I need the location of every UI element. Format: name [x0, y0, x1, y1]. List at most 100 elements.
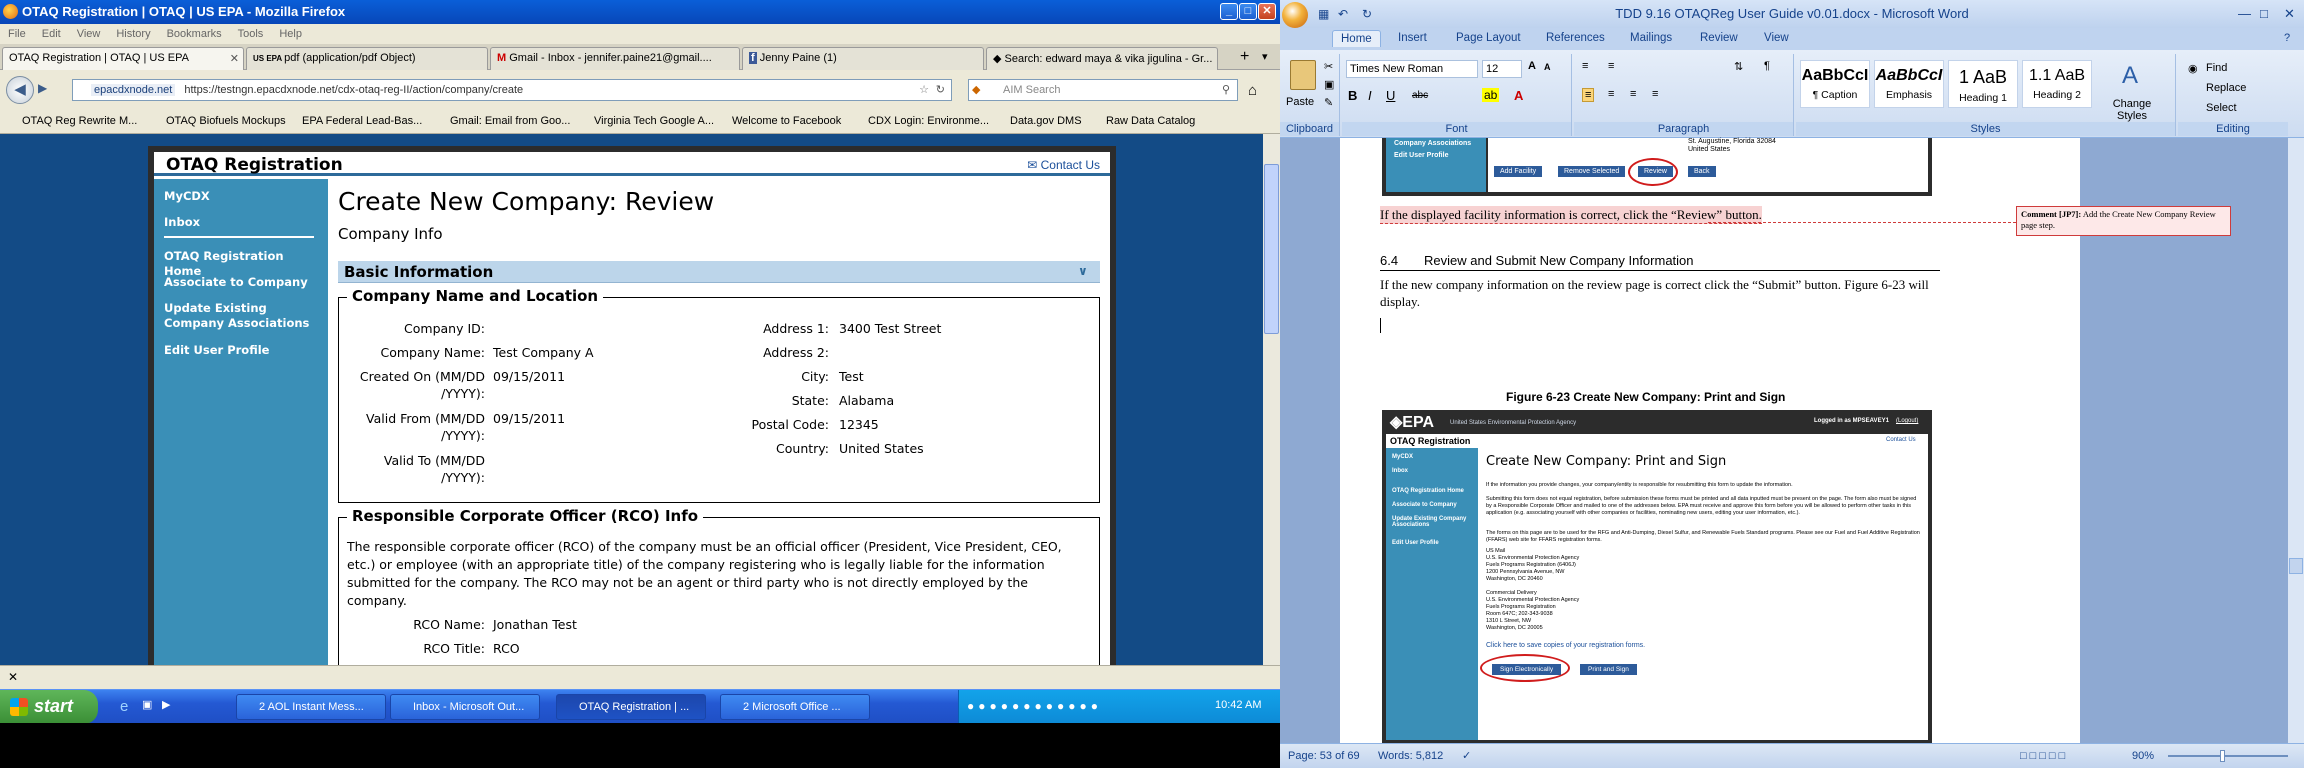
select-button[interactable]: Select	[2206, 102, 2237, 114]
taskbar-word[interactable]: 2 Microsoft Office ...	[720, 694, 870, 720]
font-size-select[interactable]: 12	[1482, 60, 1522, 78]
bullets-icon[interactable]: ≡	[1582, 60, 1588, 72]
zoom-slider[interactable]	[2168, 755, 2288, 757]
menu-bookmarks[interactable]: Bookmarks	[167, 28, 222, 40]
comment-balloon[interactable]: Comment [JP7]: Add the Create New Compan…	[2016, 206, 2231, 236]
style-heading-2[interactable]: 1.1 AaB Heading 2	[2022, 60, 2092, 108]
nav-mycdx[interactable]: MyCDX	[164, 189, 324, 204]
nav-inbox[interactable]: Inbox	[164, 215, 324, 230]
shrink-font-icon[interactable]: A	[1544, 62, 1551, 72]
undo-icon[interactable]: ↶	[1338, 0, 1348, 28]
tab-facebook[interactable]: f Jenny Paine (1)	[742, 47, 984, 70]
contact-us-link[interactable]: ✉ Contact Us	[1027, 158, 1100, 172]
help-icon[interactable]: ?	[2284, 32, 2290, 44]
tab-mailings[interactable]: Mailings	[1630, 32, 1672, 44]
paste-icon[interactable]	[1290, 60, 1316, 90]
numbering-icon[interactable]: ≡	[1608, 60, 1614, 72]
search-input[interactable]: AIM Search	[968, 79, 1238, 101]
font-name-select[interactable]: Times New Roman	[1346, 60, 1478, 78]
url-bar[interactable]: epacdxnode.net https://testngn.epacdxnod…	[72, 79, 952, 101]
taskbar-aol[interactable]: 2 AOL Instant Mess...	[236, 694, 386, 720]
style-caption[interactable]: AaBbCcI ¶ Caption	[1800, 60, 1870, 108]
zoom-level[interactable]: 90%	[2132, 744, 2154, 768]
search-engine-icon[interactable]: ◆	[972, 83, 980, 96]
format-painter-icon[interactable]: ✎	[1324, 96, 1333, 109]
scrollbar-thumb[interactable]	[2289, 558, 2303, 574]
bookmark-item[interactable]: Welcome to Facebook	[732, 115, 841, 127]
underline-button[interactable]: U	[1386, 88, 1395, 103]
new-tab-button[interactable]: +	[1240, 48, 1249, 66]
align-center-icon[interactable]: ≡	[1608, 88, 1614, 100]
menu-file[interactable]: File	[8, 28, 26, 40]
nav-update-associations[interactable]: Update Existing Company Associations	[164, 301, 324, 331]
menu-view[interactable]: View	[77, 28, 101, 40]
pilcrow-icon[interactable]: ¶	[1764, 60, 1770, 72]
chevron-down-icon[interactable]: ∨	[1078, 264, 1088, 278]
forward-button[interactable]: ▶	[38, 81, 47, 95]
office-button[interactable]	[1282, 2, 1308, 28]
nav-edit-profile[interactable]: Edit User Profile	[164, 343, 324, 358]
minimize-button[interactable]: _	[1220, 3, 1238, 20]
style-heading-1[interactable]: 1 AaB Heading 1	[1948, 60, 2018, 108]
menu-history[interactable]: History	[116, 28, 150, 40]
paste-button[interactable]: Paste	[1286, 96, 1314, 108]
bookmark-item[interactable]: CDX Login: Environme...	[868, 115, 989, 127]
maximize-button[interactable]: □	[1239, 3, 1257, 20]
copy-icon[interactable]: ▣	[1324, 78, 1334, 91]
tab-view[interactable]: View	[1764, 32, 1789, 44]
view-buttons[interactable]: □□□□□	[2020, 744, 2068, 768]
taskbar-firefox[interactable]: OTAQ Registration | ...	[556, 694, 706, 720]
word-minimize-button[interactable]: —	[2238, 0, 2251, 28]
quicklaunch-ie-icon[interactable]: e	[120, 698, 128, 715]
document-page[interactable]: Company Associations Edit User Profile S…	[1340, 138, 2080, 743]
bookmark-item[interactable]: Raw Data Catalog	[1106, 115, 1195, 127]
highlight-button[interactable]: ab	[1482, 88, 1500, 102]
redo-icon[interactable]: ↻	[1362, 0, 1372, 28]
font-color-button[interactable]: A	[1514, 88, 1523, 103]
tab-list-icon[interactable]: ▾	[1262, 50, 1268, 63]
tab-pdf[interactable]: US EPA pdf (application/pdf Object)	[246, 47, 488, 70]
tab-otaq-registration[interactable]: OTAQ Registration | OTAQ | US EPA ✕	[2, 47, 244, 71]
word-close-button[interactable]: ✕	[2284, 0, 2295, 28]
style-emphasis[interactable]: AaBbCcI Emphasis	[1874, 60, 1944, 108]
scrollbar-thumb[interactable]	[1264, 164, 1279, 334]
replace-button[interactable]: Replace	[2206, 82, 2246, 94]
sort-icon[interactable]: ⇅	[1734, 60, 1743, 73]
bookmark-star-icon[interactable]: ☆	[919, 80, 929, 100]
home-button[interactable]: ⌂	[1248, 82, 1257, 99]
align-left-icon[interactable]: ≡	[1582, 88, 1595, 102]
justify-icon[interactable]: ≡	[1652, 88, 1658, 100]
tab-page-layout[interactable]: Page Layout	[1456, 32, 1521, 44]
menu-tools[interactable]: Tools	[238, 28, 264, 40]
bookmark-item[interactable]: Data.gov DMS	[1010, 115, 1082, 127]
bold-button[interactable]: B	[1348, 88, 1357, 103]
cut-icon[interactable]: ✂	[1324, 60, 1333, 73]
word-count[interactable]: Words: 5,812	[1378, 744, 1443, 768]
basic-info-bar[interactable]: Basic Information ∨	[338, 261, 1100, 283]
bookmark-item[interactable]: OTAQ Biofuels Mockups	[166, 115, 286, 127]
back-button[interactable]: ◀	[6, 76, 34, 104]
vertical-scrollbar[interactable]	[1263, 134, 1280, 665]
strikethrough-button[interactable]: abc	[1412, 90, 1428, 101]
bookmark-item[interactable]: Virginia Tech Google A...	[594, 115, 714, 127]
close-button[interactable]: ✕	[1258, 3, 1276, 20]
reload-icon[interactable]: ↻	[936, 80, 945, 100]
align-right-icon[interactable]: ≡	[1630, 88, 1636, 100]
nav-associate-company[interactable]: Associate to Company	[164, 275, 324, 290]
change-styles-button[interactable]: Change Styles	[2102, 98, 2162, 122]
tab-review[interactable]: Review	[1700, 32, 1738, 44]
tab-search[interactable]: ◆ Search: edward maya & vika jigulina - …	[986, 47, 1218, 70]
clock[interactable]: 10:42 AM	[1215, 699, 1261, 711]
quicklaunch-desktop-icon[interactable]: ▣	[142, 698, 152, 711]
spelling-icon[interactable]: ✓	[1462, 744, 1471, 768]
quicklaunch-media-icon[interactable]: ▶	[162, 698, 170, 711]
word-vertical-scrollbar[interactable]	[2288, 138, 2304, 743]
find-button[interactable]: Find	[2206, 62, 2227, 74]
word-maximize-button[interactable]: □	[2260, 0, 2268, 28]
tab-references[interactable]: References	[1546, 32, 1605, 44]
grow-font-icon[interactable]: A	[1528, 60, 1536, 72]
save-icon[interactable]: ▦	[1318, 0, 1329, 28]
close-find-bar-icon[interactable]: ✕	[8, 670, 18, 684]
zoom-slider-thumb[interactable]	[2220, 750, 2225, 762]
taskbar-outlook[interactable]: Inbox - Microsoft Out...	[390, 694, 540, 720]
